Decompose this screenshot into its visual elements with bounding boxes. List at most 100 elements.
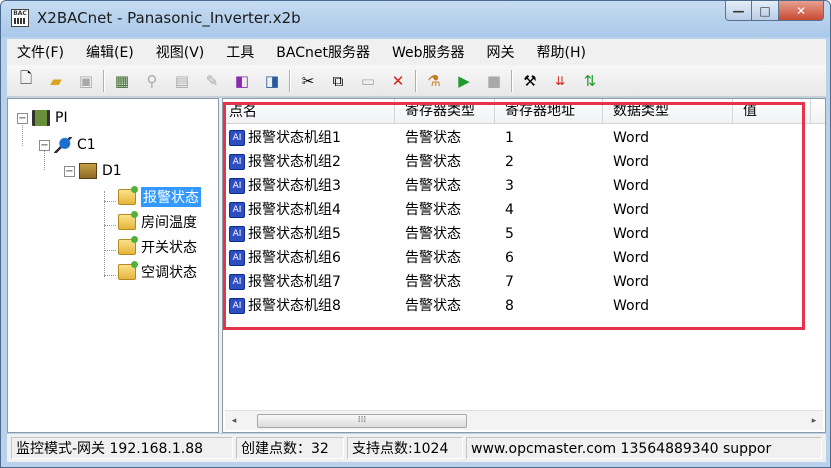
stop-icon[interactable]: ■ (483, 70, 505, 92)
menu-help[interactable]: 帮助(H) (537, 42, 586, 62)
tree-connector (104, 201, 116, 202)
point-name: 报警状态机组5 (248, 226, 341, 242)
collapse-toggle[interactable]: − (39, 139, 50, 151)
table-row[interactable]: AI 报警状态机组2 告警状态 2 Word (223, 150, 825, 174)
menu-gateway[interactable]: 网关 (487, 42, 515, 62)
properties-icon[interactable]: ◧ (231, 70, 253, 92)
tree-group-ac[interactable]: 空调状态 (118, 261, 197, 283)
point-name: 报警状态机组1 (248, 130, 341, 146)
point-value (733, 222, 811, 246)
load-icon[interactable]: ⇊ (549, 70, 571, 92)
menu-bacnet-server[interactable]: BACnet服务器 (276, 42, 370, 62)
register-type: 告警状态 (405, 298, 461, 314)
scroll-track[interactable]: ⁞⁞⁞ (243, 413, 805, 429)
main-content: − PI − C1 − D1 报警状态 房间温度 开关状态 空调状态 点名 寄存… (7, 98, 826, 433)
save-icon[interactable]: ▣ (75, 70, 97, 92)
maximize-button[interactable]: □ (752, 1, 779, 21)
tree-node-label: PI (55, 110, 68, 126)
collapse-toggle[interactable]: − (64, 165, 75, 177)
register-type: 告警状态 (405, 226, 461, 242)
config-icon[interactable]: ◨ (261, 70, 283, 92)
tree-node-c1[interactable]: − C1 (39, 134, 96, 156)
settings-icon[interactable]: ⚒ (519, 70, 541, 92)
scroll-right-arrow-icon[interactable]: ▸ (805, 416, 823, 426)
point-name: 报警状态机组2 (248, 154, 341, 170)
status-mode: 监控模式-网关 192.168.1.88 (11, 437, 233, 459)
project-icon (32, 110, 50, 126)
table-row[interactable]: AI 报警状态机组4 告警状态 4 Word (223, 198, 825, 222)
tag-icon: AI (229, 226, 245, 242)
point-value (733, 198, 811, 222)
app-icon: BAC (11, 9, 29, 27)
tree-group-switch[interactable]: 开关状态 (118, 236, 197, 258)
register-address: 1 (505, 130, 514, 146)
column-header-name[interactable]: 点名 (223, 99, 395, 124)
minimize-button[interactable]: — (725, 1, 752, 21)
table-row[interactable]: AI 报警状态机组7 告警状态 7 Word (223, 270, 825, 294)
point-name: 报警状态机组4 (248, 202, 341, 218)
tag-icon: AI (229, 298, 245, 314)
menu-view[interactable]: 视图(V) (156, 42, 205, 62)
toolbar: 🗋 ▰ ▣ ▦ ⚲ ▤ ✎ ◧ ◨ ✂ ⧉ ▭ ✕ ⚗ ▶ ■ ⚒ ⇊ ⇅ (7, 65, 826, 97)
data-type: Word (613, 178, 649, 194)
network-icon[interactable]: ⚲ (141, 70, 163, 92)
channel-icon (54, 137, 72, 153)
column-header-reg-addr[interactable]: 寄存器地址 (495, 99, 603, 124)
tree-connector (104, 250, 116, 251)
table-body: AI 报警状态机组1 告警状态 1 Word AI 报警状态机组2 告警状态 2 W… (223, 126, 825, 318)
column-header-data-type[interactable]: 数据类型 (603, 99, 733, 124)
menu-tools[interactable]: 工具 (226, 42, 254, 62)
status-created-points: 创建点数：32 (236, 437, 344, 459)
menu-edit[interactable]: 编辑(E) (86, 42, 134, 62)
menu-web-server[interactable]: Web服务器 (392, 42, 465, 62)
tag-icon: AI (229, 202, 245, 218)
table-row[interactable]: AI 报警状态机组1 告警状态 1 Word (223, 126, 825, 150)
table-row[interactable]: AI 报警状态机组8 告警状态 8 Word (223, 294, 825, 318)
run-icon[interactable]: ▶ (453, 70, 475, 92)
status-contact: www.opcmaster.com 13564889340 suppor (466, 437, 822, 459)
add-icon[interactable]: ✎ (201, 70, 223, 92)
tree-group-label: 报警状态 (141, 187, 201, 207)
column-header-value[interactable]: 值 (733, 99, 811, 124)
table-row[interactable]: AI 报警状态机组5 告警状态 5 Word (223, 222, 825, 246)
menu-file[interactable]: 文件(F) (17, 42, 64, 62)
delete-icon[interactable]: ✕ (387, 70, 409, 92)
horizontal-scrollbar[interactable]: ◂ ⁞⁞⁞ ▸ (225, 410, 823, 430)
register-type: 告警状态 (405, 202, 461, 218)
tree-group-alarm[interactable]: 报警状态 (118, 186, 201, 208)
update-icon[interactable]: ⇅ (579, 70, 601, 92)
tree-node-pi[interactable]: − PI (17, 107, 68, 129)
close-button[interactable]: ✕ (779, 1, 824, 21)
page-icon[interactable]: ▤ (171, 70, 193, 92)
data-type: Word (613, 202, 649, 218)
data-type: Word (613, 130, 649, 146)
toolbar-separator (289, 69, 291, 92)
tree-group-label: 空调状态 (141, 265, 197, 281)
window-title: X2BACnet - Panasonic_Inverter.x2b (37, 9, 301, 27)
tree-node-d1[interactable]: − D1 (64, 160, 122, 182)
scroll-left-arrow-icon[interactable]: ◂ (225, 416, 243, 426)
copy-icon[interactable]: ⧉ (327, 70, 349, 92)
tag-icon: AI (229, 250, 245, 266)
paste-icon[interactable]: ▭ (357, 70, 379, 92)
collapse-toggle[interactable]: − (17, 112, 28, 124)
point-name: 报警状态机组3 (248, 178, 341, 194)
scroll-thumb[interactable]: ⁞⁞⁞ (257, 413, 467, 428)
table-row[interactable]: AI 报警状态机组3 告警状态 3 Word (223, 174, 825, 198)
toolbar-separator (511, 69, 513, 92)
point-value (733, 294, 811, 318)
tree-group-room-temp[interactable]: 房间温度 (118, 211, 197, 233)
menu-bar: 文件(F) 编辑(E) 视图(V) 工具 BACnet服务器 Web服务器 网关… (7, 39, 826, 65)
title-bar[interactable]: BAC X2BACnet - Panasonic_Inverter.x2b — … (1, 1, 830, 37)
cut-icon[interactable]: ✂ (297, 70, 319, 92)
tools-icon[interactable]: ⚗ (423, 70, 445, 92)
new-icon[interactable]: 🗋 (15, 69, 37, 92)
open-icon[interactable]: ▰ (45, 70, 67, 92)
status-bar: 监控模式-网关 192.168.1.88 创建点数：32 支持点数:1024 w… (7, 434, 826, 462)
device-icon[interactable]: ▦ (111, 70, 133, 92)
table-row[interactable]: AI 报警状态机组6 告警状态 6 Word (223, 246, 825, 270)
column-header-reg-type[interactable]: 寄存器类型 (395, 99, 495, 124)
point-value (733, 270, 811, 294)
point-value (733, 126, 811, 150)
register-type: 告警状态 (405, 154, 461, 170)
